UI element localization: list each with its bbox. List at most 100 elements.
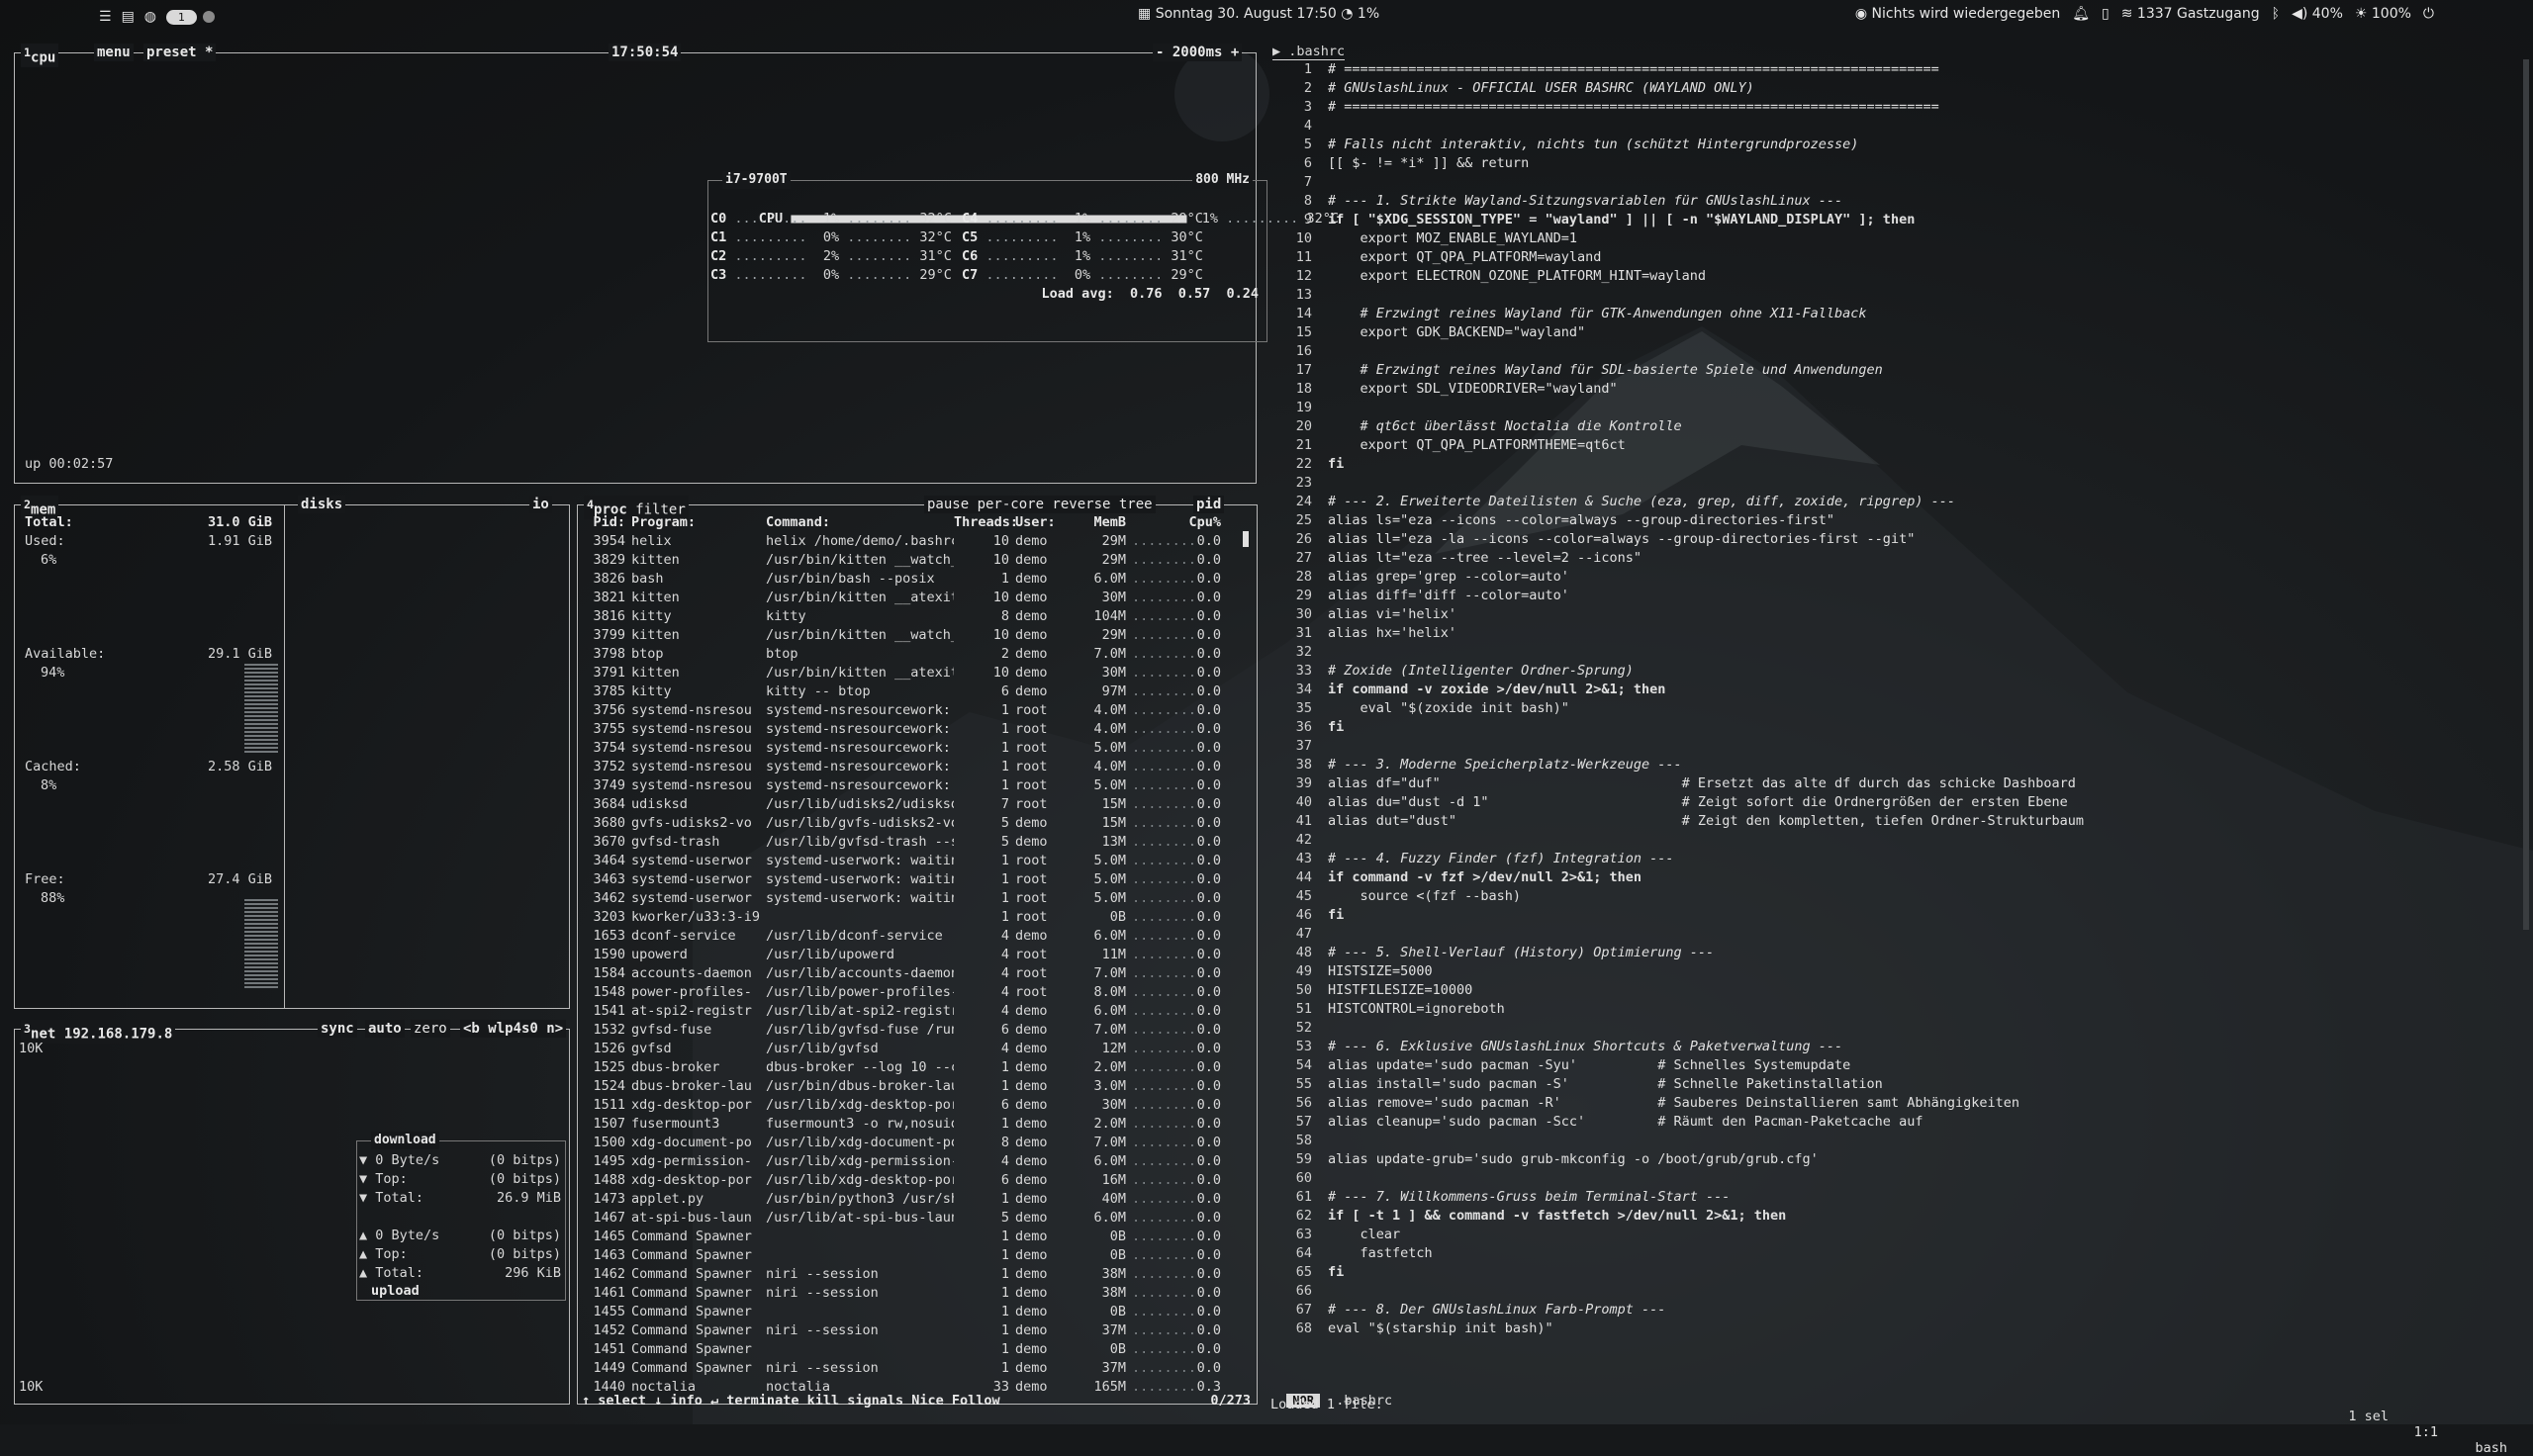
proc-row[interactable]: 3464systemd-userworsystemd-userwork: wai…: [578, 852, 1251, 870]
editor-scrollbar[interactable]: [2523, 59, 2529, 930]
code-line[interactable]: # ======================================…: [1328, 61, 1939, 77]
code-line[interactable]: alias diff='diff --color=auto': [1328, 588, 1569, 603]
code-line[interactable]: alias update-grub='sudo grub-mkconfig -o…: [1328, 1151, 1819, 1167]
proc-list[interactable]: 3954helixhelix /home/demo/.bashrc10demo2…: [578, 532, 1251, 1397]
code-line[interactable]: alias grep='grep --color=auto': [1328, 569, 1569, 585]
code-line[interactable]: # --- 5. Shell-Verlauf (History) Optimie…: [1328, 945, 1714, 960]
code-line[interactable]: alias ls="eza --icons --color=always --g…: [1328, 512, 1834, 528]
code-line[interactable]: alias install='sudo pacman -S' # Schnell…: [1328, 1076, 1883, 1092]
workspace-indicator-active[interactable]: 1: [166, 10, 197, 25]
proc-row[interactable]: 3829kitten/usr/bin/kitten __watch_10demo…: [578, 551, 1251, 570]
code-line[interactable]: # Falls nicht interaktiv, nichts tun (sc…: [1328, 136, 1858, 152]
cpu-menu-button[interactable]: menu: [94, 44, 134, 61]
editor-tab[interactable]: ▶ .bashrc: [1272, 44, 1345, 60]
code-line[interactable]: fi: [1328, 456, 1344, 472]
code-line[interactable]: # qt6ct überlässt Noctalia die Kontrolle: [1328, 418, 1682, 434]
volume-widget[interactable]: ◀) 40%: [2292, 6, 2343, 22]
code-line[interactable]: # GNUslashLinux - OFFICIAL USER BASHRC (…: [1328, 80, 1754, 96]
proc-row[interactable]: 1473applet.py/usr/bin/python3 /usr/sh1de…: [578, 1190, 1251, 1209]
code-line[interactable]: alias update='sudo pacman -Syu' # Schnel…: [1328, 1057, 1850, 1073]
proc-row[interactable]: 3680gvfs-udisks2-vo/usr/lib/gvfs-udisks2…: [578, 814, 1251, 833]
proc-row[interactable]: 1541at-spi2-registr/usr/lib/at-spi2-regi…: [578, 1002, 1251, 1021]
code-line[interactable]: if [ "$XDG_SESSION_TYPE" = "wayland" ] |…: [1328, 212, 1915, 228]
proc-row[interactable]: 1511xdg-desktop-por/usr/lib/xdg-desktop-…: [578, 1096, 1251, 1115]
code-line[interactable]: eval "$(zoxide init bash)": [1328, 700, 1569, 716]
code-line[interactable]: fi: [1328, 907, 1344, 923]
code-line[interactable]: [[ $- != *i* ]] && return: [1328, 155, 1529, 171]
code-line[interactable]: export GDK_BACKEND="wayland": [1328, 324, 1585, 340]
proc-row[interactable]: 1462Command Spawnerniri --session1demo38…: [578, 1265, 1251, 1284]
code-line[interactable]: alias ll="eza -la --icons --color=always…: [1328, 531, 1915, 547]
code-line[interactable]: if command -v fzf >/dev/null 2>&1; then: [1328, 869, 1642, 885]
proc-row[interactable]: 1495xdg-permission-/usr/lib/xdg-permissi…: [578, 1152, 1251, 1171]
proc-row[interactable]: 1452Command Spawnerniri --session1demo37…: [578, 1321, 1251, 1340]
net-zero-toggle[interactable]: zero: [411, 1020, 450, 1038]
net-auto-toggle[interactable]: auto: [365, 1020, 405, 1038]
code-line[interactable]: fi: [1328, 1264, 1344, 1280]
code-line[interactable]: alias du="dust -d 1" # Zeigt sofort die …: [1328, 794, 2068, 810]
bluetooth-icon[interactable]: ᛒ: [2272, 6, 2280, 22]
menu-icon[interactable]: ☰: [99, 9, 112, 25]
proc-row[interactable]: 3463systemd-userworsystemd-userwork: wai…: [578, 870, 1251, 889]
code-line[interactable]: HISTSIZE=5000: [1328, 963, 1433, 979]
code-line[interactable]: # --- 7. Willkommens-Gruss beim Terminal…: [1328, 1189, 1730, 1205]
proc-row[interactable]: 3756systemd-nsresousystemd-nsresourcewor…: [578, 701, 1251, 720]
net-interface[interactable]: <b wlp4s0 n>: [460, 1020, 566, 1038]
proc-row[interactable]: 3791kitten/usr/bin/kitten __atexit10demo…: [578, 664, 1251, 682]
workspace-indicator[interactable]: [203, 11, 215, 23]
proc-scrollbar[interactable]: [1243, 531, 1249, 547]
palette-icon[interactable]: ◍: [144, 9, 156, 25]
net-sync-toggle[interactable]: sync: [318, 1020, 357, 1038]
proc-row[interactable]: 1590upowerd/usr/lib/upowerd4root11M.....…: [578, 946, 1251, 964]
proc-row[interactable]: 1488xdg-desktop-por/usr/lib/xdg-desktop-…: [578, 1171, 1251, 1190]
proc-row[interactable]: 3785kittykitty -- btop6demo97M........0.…: [578, 682, 1251, 701]
proc-row[interactable]: 3670gvfsd-trash/usr/lib/gvfsd-trash --s5…: [578, 833, 1251, 852]
proc-keys[interactable]: ↑ select ↓ info ↵ terminate kill signals…: [582, 1392, 1000, 1410]
proc-row[interactable]: 3203kworker/u33:3-i91root0B........0.0: [578, 908, 1251, 927]
proc-row[interactable]: 1525dbus-brokerdbus-broker --log 10 --c1…: [578, 1058, 1251, 1077]
proc-row[interactable]: 1584accounts-daemon/usr/lib/accounts-dae…: [578, 964, 1251, 983]
disks-title[interactable]: disks: [298, 496, 345, 513]
code-line[interactable]: export QT_QPA_PLATFORM=wayland: [1328, 249, 1601, 265]
power-icon[interactable]: ⏻: [2423, 6, 2434, 22]
code-line[interactable]: export SDL_VIDEODRIVER="wayland": [1328, 381, 1618, 397]
editor-buffer[interactable]: 1# =====================================…: [1270, 61, 2527, 1387]
clipboard-icon[interactable]: ▯: [2102, 6, 2110, 22]
code-line[interactable]: clear: [1328, 1227, 1400, 1242]
code-line[interactable]: alias dut="dust" # Zeigt den kompletten,…: [1328, 813, 2084, 829]
code-line[interactable]: eval "$(starship init bash)": [1328, 1320, 1553, 1336]
proc-row[interactable]: 3462systemd-userworsystemd-userwork: wai…: [578, 889, 1251, 908]
code-line[interactable]: alias lt="eza --tree --level=2 --icons": [1328, 550, 1642, 566]
proc-row[interactable]: 1451Command Spawner1demo0B........0.0: [578, 1340, 1251, 1359]
code-line[interactable]: HISTCONTROL=ignoreboth: [1328, 1001, 1505, 1017]
code-line[interactable]: # ======================================…: [1328, 99, 1939, 115]
code-line[interactable]: # --- 6. Exklusive GNUslashLinux Shortcu…: [1328, 1039, 1842, 1054]
proc-row[interactable]: 1461Command Spawnerniri --session1demo38…: [578, 1284, 1251, 1303]
code-line[interactable]: # --- 1. Strikte Wayland-Sitzungsvariabl…: [1328, 193, 1842, 209]
proc-row[interactable]: 3816kittykitty8demo104M........0.0: [578, 607, 1251, 626]
proc-row[interactable]: 1507fusermount3fusermount3 -o rw,nosuid1…: [578, 1115, 1251, 1134]
code-line[interactable]: if [ -t 1 ] && command -v fastfetch >/de…: [1328, 1208, 1786, 1224]
code-line[interactable]: export ELECTRON_OZONE_PLATFORM_HINT=wayl…: [1328, 268, 1706, 284]
proc-row[interactable]: 1524dbus-broker-lau/usr/bin/dbus-broker-…: [578, 1077, 1251, 1096]
code-line[interactable]: source <(fzf --bash): [1328, 888, 1521, 904]
code-line[interactable]: HISTFILESIZE=10000: [1328, 982, 1472, 998]
code-line[interactable]: export QT_QPA_PLATFORMTHEME=qt6ct: [1328, 437, 1626, 453]
code-line[interactable]: alias df="duf" # Ersetzt das alte df dur…: [1328, 775, 2076, 791]
proc-row[interactable]: 1548power-profiles-/usr/lib/power-profil…: [578, 983, 1251, 1002]
proc-row[interactable]: 1449Command Spawnerniri --session1demo37…: [578, 1359, 1251, 1378]
bell-icon[interactable]: 🔔︎: [2072, 6, 2090, 22]
proc-row[interactable]: 1455Command Spawner1demo0B........0.0: [578, 1303, 1251, 1321]
io-toggle[interactable]: io: [529, 496, 552, 513]
code-line[interactable]: # Erzwingt reines Wayland für GTK-Anwend…: [1328, 306, 1867, 321]
code-line[interactable]: # --- 3. Moderne Speicherplatz-Werkzeuge…: [1328, 757, 1682, 773]
code-line[interactable]: export MOZ_ENABLE_WAYLAND=1: [1328, 230, 1577, 246]
proc-row[interactable]: 3826bash/usr/bin/bash --posix1demo6.0M..…: [578, 570, 1251, 589]
proc-row[interactable]: 3798btopbtop2demo7.0M........0.0: [578, 645, 1251, 664]
code-line[interactable]: alias cleanup='sudo pacman -Scc' # Räumt…: [1328, 1114, 1923, 1130]
proc-row[interactable]: 1463Command Spawner1demo0B........0.0: [578, 1246, 1251, 1265]
brightness-widget[interactable]: ☀ 100%: [2355, 6, 2411, 22]
proc-row[interactable]: 3754systemd-nsresousystemd-nsresourcewor…: [578, 739, 1251, 758]
code-line[interactable]: fastfetch: [1328, 1245, 1433, 1261]
code-line[interactable]: alias remove='sudo pacman -R' # Sauberes…: [1328, 1095, 2019, 1111]
